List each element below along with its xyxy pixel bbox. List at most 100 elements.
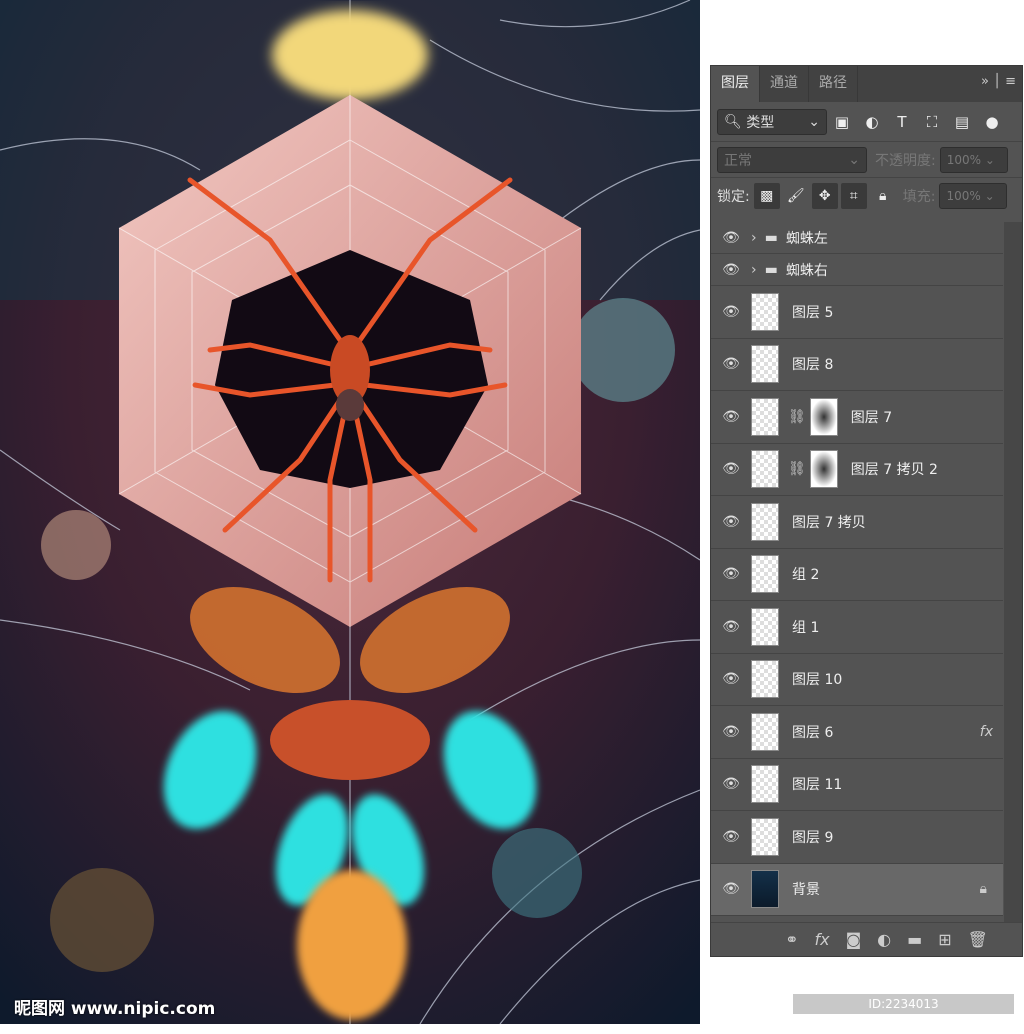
layer-row[interactable]: 👁︎ › ▬ 蜘蛛左 [711,222,1003,254]
chain-link-icon[interactable]: ⛓︎ [788,409,806,425]
image-id-label: ID:2234013 NO:20221026122839065100 [793,994,1014,1031]
lock-image-icon[interactable]: 🖌︎ [783,183,809,209]
type-filter-icon[interactable]: T [887,113,917,131]
delete-layer-icon[interactable]: 🗑︎ [968,930,988,949]
layer-name[interactable]: 组 2 [792,564,819,584]
layers-panel: 图层 通道 路径 » │ ≡ 🔍︎ 类型 ⌄ ▣ ◐ T ⛶ ▤ ● 正常 ⌄ 不透… [710,65,1023,957]
layer-thumbnail [751,450,779,489]
lock-all-icon[interactable]: 🔒︎ [870,183,896,209]
shape-filter-icon[interactable]: ⛶ [917,113,947,131]
layer-name[interactable]: 图层 7 拷贝 [792,512,866,532]
panel-tabs: 图层 通道 路径 » │ ≡ [711,66,1022,102]
adjustment-filter-icon[interactable]: ◐ [857,113,887,131]
layer-row[interactable]: 👁︎ 组 1 [711,601,1003,654]
tab-channels[interactable]: 通道 [760,66,809,102]
layer-thumbnail [751,817,779,856]
layer-thumbnail [751,870,779,909]
fill-input[interactable]: 100% ⌄ [939,183,1008,209]
layer-name[interactable]: 组 1 [792,617,819,637]
layer-thumbnail [751,712,779,751]
visibility-eye-icon[interactable]: 👁︎ [711,230,751,246]
chevron-down-icon: ⌄ [808,113,820,130]
layer-thumbnail [751,660,779,699]
new-adjustment-icon[interactable]: ◐ [877,930,891,949]
chain-link-icon[interactable]: ⛓︎ [788,461,806,477]
layer-name[interactable]: 图层 11 [792,774,842,794]
opacity-label: 不透明度: [875,152,936,169]
mask-thumbnail[interactable] [809,450,838,489]
lock-position-icon[interactable]: ✥ [811,183,838,209]
layer-name[interactable]: 图层 7 拷贝 2 [851,459,938,479]
layer-name[interactable]: 图层 6 [792,722,833,742]
add-style-icon[interactable]: fx [814,930,829,949]
fx-badge[interactable]: fx [980,724,993,740]
new-group-icon[interactable]: ▬ [907,930,922,949]
layer-thumbnail [751,292,779,331]
panel-menu-icon[interactable]: ≡ [1005,74,1016,89]
filter-kind-label: 类型 [746,114,775,131]
layer-row[interactable]: 👁︎ 图层 11 [711,758,1003,811]
layer-thumbnail [751,555,779,594]
visibility-eye-icon[interactable]: 👁︎ [711,566,751,582]
layer-name[interactable]: 蜘蛛右 [786,260,828,280]
layer-row[interactable]: 👁︎ › ▬ 蜘蛛右 [711,254,1003,286]
watermark: 昵图网 www.nipic.com [14,999,216,1019]
fill-value: 100% [946,189,981,203]
visibility-eye-icon[interactable]: 👁︎ [711,409,751,425]
layer-name[interactable]: 图层 5 [792,302,833,322]
filter-kind-select[interactable]: 🔍︎ 类型 ⌄ [717,108,827,135]
layer-name[interactable]: 背景 [792,879,820,899]
lock-transparency-icon[interactable]: ▩ [753,183,780,209]
opacity-value: 100% [946,152,982,167]
layer-name[interactable]: 图层 7 [851,407,892,427]
link-layers-icon[interactable]: ⚭ [785,930,798,949]
visibility-eye-icon[interactable]: 👁︎ [711,829,751,845]
visibility-eye-icon[interactable]: 👁︎ [711,356,751,372]
layer-row[interactable]: 👁︎ 图层 5 [711,286,1003,339]
pixel-filter-icon[interactable]: ▣ [827,113,857,131]
visibility-eye-icon[interactable]: 👁︎ [711,881,751,897]
layers-list: 👁︎ › ▬ 蜘蛛左 👁︎ › ▬ 蜘蛛右 👁︎ 图层 5 👁︎ 图层 8 👁︎ ⛓︎ 图层 7 👁︎ ⛓︎ 图层… [711,222,1003,916]
search-icon: 🔍︎ [724,113,742,130]
tab-paths[interactable]: 路径 [809,66,858,102]
expand-chevron-icon[interactable]: › [751,262,757,278]
expand-chevron-icon[interactable]: › [751,230,757,246]
add-mask-icon[interactable]: ◙ [846,930,862,949]
blend-mode-select[interactable]: 正常 ⌄ [717,146,867,173]
layer-row[interactable]: 👁︎ 图层 8 [711,338,1003,391]
fill-label: 填充: [902,189,936,205]
layer-thumbnail [751,765,779,804]
visibility-eye-icon[interactable]: 👁︎ [711,619,751,635]
mask-thumbnail[interactable] [809,397,838,436]
visibility-eye-icon[interactable]: 👁︎ [711,671,751,687]
collapse-icon[interactable]: » [981,74,989,89]
new-layer-icon[interactable]: ⊞ [938,930,951,949]
lock-artboard-icon[interactable]: ⌗ [840,183,867,209]
layer-row[interactable]: 👁︎ 图层 9 [711,811,1003,864]
folder-icon: ▬ [764,229,778,246]
visibility-eye-icon[interactable]: 👁︎ [711,514,751,530]
layer-row[interactable]: 👁︎ 图层 10 [711,653,1003,706]
layer-row[interactable]: 👁︎ 图层 7 拷贝 [711,496,1003,549]
visibility-eye-icon[interactable]: 👁︎ [711,262,751,278]
opacity-input[interactable]: 100% ⌄ [939,146,1008,173]
layer-name[interactable]: 图层 9 [792,827,833,847]
visibility-eye-icon[interactable]: 👁︎ [711,776,751,792]
filter-toggle[interactable]: ● [977,113,1007,131]
visibility-eye-icon[interactable]: 👁︎ [711,461,751,477]
scrollbar[interactable] [1004,222,1022,922]
tab-layers[interactable]: 图层 [711,66,760,102]
layer-row[interactable]: 👁︎ ⛓︎ 图层 7 [711,391,1003,444]
artwork-canvas [0,0,700,1024]
smart-object-filter-icon[interactable]: ▤ [947,113,977,131]
layer-name[interactable]: 图层 10 [792,669,842,689]
layer-row[interactable]: 👁︎ 组 2 [711,548,1003,601]
layer-name[interactable]: 图层 8 [792,354,833,374]
visibility-eye-icon[interactable]: 👁︎ [711,304,751,320]
layer-row[interactable]: 👁︎ ⛓︎ 图层 7 拷贝 2 [711,443,1003,496]
layer-row[interactable]: 👁︎ 背景 🔒︎ [711,863,1003,916]
visibility-eye-icon[interactable]: 👁︎ [711,724,751,740]
layer-thumbnail [751,607,779,646]
layer-row[interactable]: 👁︎ 图层 6 fx [711,706,1003,759]
layer-name[interactable]: 蜘蛛左 [786,228,828,248]
